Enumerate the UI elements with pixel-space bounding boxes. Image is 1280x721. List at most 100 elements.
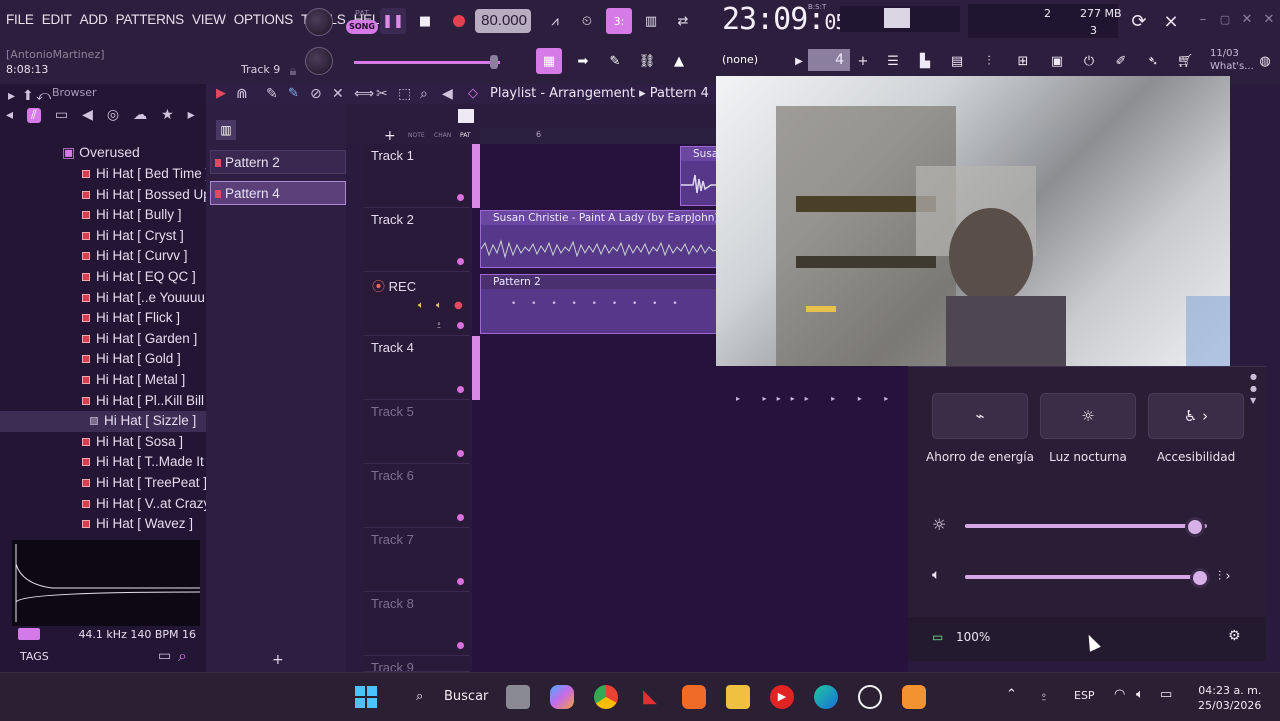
track-led[interactable] <box>457 322 464 329</box>
track-header[interactable]: Track 4 <box>364 336 470 400</box>
file-item[interactable]: Hi Hat [ Bed Time ] <box>0 164 209 185</box>
file-item[interactable]: Hi Hat [ Flick ] <box>0 308 206 329</box>
media-player-icon[interactable]: ▶ <box>770 685 794 709</box>
mic-icon[interactable]: ⍛ <box>436 318 442 329</box>
tools-icon[interactable]: ✐ <box>1108 48 1134 74</box>
panic-icon[interactable]: ⨯ <box>1158 8 1184 34</box>
file-item[interactable]: Hi Hat [ Curvv ] <box>0 246 206 267</box>
file-item[interactable]: Hi Hat [ V..at Crazy ] <box>0 494 218 515</box>
master-pitch-knob[interactable] <box>305 47 333 75</box>
settings-gear-icon[interactable]: ⚙ <box>1228 628 1241 644</box>
mixer-list-icon[interactable]: ▤ <box>944 48 970 74</box>
menu-file[interactable]: FILE <box>6 12 34 27</box>
stop-button[interactable]: ■ <box>412 8 438 34</box>
piano-roll-icon[interactable]: ▦ <box>536 48 562 74</box>
record-arm-icon[interactable]: ⦿ <box>372 279 385 294</box>
page-dots[interactable]: ● ● ▼ <box>1250 371 1257 407</box>
track-led[interactable] <box>457 194 464 201</box>
app-red-icon[interactable]: ◣ <box>638 685 662 709</box>
channel-rack-icon[interactable]: ▙ <box>912 48 938 74</box>
night-light-toggle[interactable]: ☼ <box>1040 393 1136 439</box>
speaker-pan-icon[interactable]: 🔈︎ <box>436 300 442 311</box>
file-item[interactable]: Hi Hat [ TreePeat ] <box>0 473 207 494</box>
audio-output-icon[interactable]: ⫶ › <box>1218 569 1231 584</box>
bird-icon[interactable]: ➴ <box>1140 48 1166 74</box>
zoom-icon[interactable]: ⌕ <box>420 84 428 104</box>
track-header-rec[interactable]: ⦿ REC 🔈︎ 🔈︎ ● ⍛ <box>364 272 470 336</box>
news-panel[interactable]: 11/03 What's... <box>1210 47 1254 73</box>
arrow-right-icon[interactable]: ➡ <box>570 48 596 74</box>
step-add-icon[interactable]: + <box>850 48 876 74</box>
cloud-tab-icon[interactable]: ☁ <box>133 107 147 123</box>
energy-saver-toggle[interactable]: ⌁ <box>932 393 1028 439</box>
add-pattern-icon[interactable]: + <box>272 652 284 668</box>
link-icon[interactable]: ⛓ <box>634 48 660 74</box>
file-item[interactable]: Hi Hat [ Metal ] <box>0 370 206 391</box>
menu-options[interactable]: OPTIONS <box>234 12 294 27</box>
track-header[interactable]: Track 6 <box>364 464 470 528</box>
shop-icon[interactable]: 🛒︎ <box>1172 48 1198 74</box>
pat-song-toggle[interactable]: PAT SONG <box>346 8 378 36</box>
menu-edit[interactable]: EDIT <box>42 12 72 27</box>
speaker-tab-icon[interactable]: ◀ <box>82 107 93 123</box>
edge-icon[interactable] <box>814 685 838 709</box>
tags-label[interactable]: TAGS <box>20 650 49 663</box>
browser-up-icon[interactable]: ⬆ <box>22 87 34 105</box>
paint-icon[interactable]: ✎ <box>288 84 299 104</box>
file-item[interactable]: Hi Hat [ EQ QC ] <box>0 267 206 288</box>
track-header[interactable]: Track 5 <box>364 400 470 464</box>
track-header[interactable]: Track 2 <box>364 208 470 272</box>
fl-studio-icon[interactable] <box>902 685 926 709</box>
wave-tab-icon[interactable]: ⫽ <box>27 107 41 123</box>
file-item[interactable]: Hi Hat [ Gold ] <box>0 349 206 370</box>
master-pitch-slider[interactable] <box>354 61 500 64</box>
menu-add[interactable]: ADD <box>80 12 108 27</box>
browser-menu-icon[interactable]: ▸ <box>8 87 15 105</box>
microphone-icon[interactable]: ⍛ <box>1040 687 1048 702</box>
globe-icon[interactable]: ◍ <box>1252 48 1278 74</box>
slip-icon[interactable]: ⟺ <box>354 84 374 104</box>
master-volume-knob[interactable] <box>305 8 333 36</box>
wait-input-icon[interactable]: ⏲ <box>574 8 600 34</box>
star-tab-icon[interactable]: ★ <box>161 107 174 123</box>
track-header[interactable]: Track 1 <box>364 144 470 208</box>
obs-icon[interactable] <box>858 685 882 709</box>
browser-pin-icon[interactable]: ⤺ <box>36 87 51 105</box>
battery-tray-icon[interactable]: ▭ <box>1160 687 1172 702</box>
track-led[interactable] <box>457 514 464 521</box>
channels-icon[interactable]: ⊞ <box>1010 48 1036 74</box>
folder-icon[interactable]: ▭ <box>158 648 171 664</box>
file-item-selected[interactable]: Hi Hat [ Sizzle ] <box>0 411 206 432</box>
timeline-ruler[interactable]: 6 <box>480 128 716 144</box>
file-item[interactable]: Hi Hat [ Sosa ] <box>0 432 206 453</box>
input-language[interactable]: ESP <box>1074 689 1095 702</box>
file-item[interactable]: Hi Hat [..e Youuuu ] <box>0 288 212 309</box>
slice-icon[interactable]: ✂ <box>376 84 388 104</box>
add-track-icon[interactable]: + <box>384 128 396 144</box>
audio-clip[interactable]: Susan <box>680 146 720 206</box>
file-item[interactable]: Hi Hat [ Bully ] <box>0 205 206 226</box>
speaker-icon[interactable]: 🔈︎ <box>418 300 424 311</box>
taskbar-search[interactable]: ⌕ Buscar <box>408 681 498 713</box>
plugin-icon[interactable]: ⏻ <box>1076 48 1102 74</box>
tempo-display[interactable]: 80.000 <box>475 9 531 33</box>
mixer-icon[interactable]: ⫶ <box>976 48 1002 74</box>
refresh-icon[interactable]: ⟳ <box>1126 8 1152 34</box>
track-header[interactable]: Track 8 <box>364 592 470 656</box>
track-led[interactable] <box>457 386 464 393</box>
menu-patterns[interactable]: PATTERNS <box>116 12 185 27</box>
menu-view[interactable]: VIEW <box>192 12 226 27</box>
countdown-icon[interactable]: 3: <box>606 8 632 34</box>
delete-icon[interactable]: ⊘ <box>310 84 322 104</box>
step-value[interactable]: 4 <box>808 49 850 71</box>
wifi-icon[interactable]: ◠ <box>1114 687 1125 702</box>
track-led[interactable] <box>457 578 464 585</box>
pause-button[interactable]: ❚❚ <box>380 8 406 34</box>
search-icon[interactable]: ⌕ <box>178 646 187 666</box>
loop-record-icon[interactable]: ⇄ <box>670 8 696 34</box>
file-item[interactable]: Hi Hat [ Wavez ] <box>0 514 206 535</box>
file-item[interactable]: Hi Hat [ Pl..Kill Bill ] <box>0 391 212 412</box>
chrome-icon[interactable] <box>594 685 618 709</box>
mute-icon[interactable]: ✕ <box>332 84 344 104</box>
pattern-item[interactable]: Pattern 2 <box>210 150 346 174</box>
